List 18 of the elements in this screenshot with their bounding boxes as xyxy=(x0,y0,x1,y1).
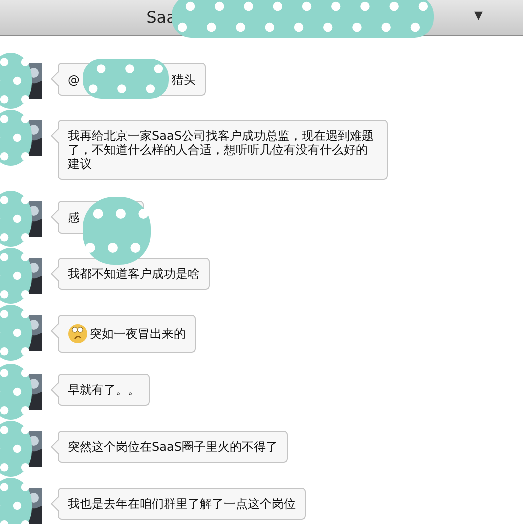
message-text: 我也是去年在咱们群里了解了一点这个岗位 xyxy=(68,497,296,511)
message-text: 突然这个岗位在SaaS圈子里火的不得了 xyxy=(68,440,278,454)
message-text: 感 xyxy=(68,210,80,224)
redaction-mark xyxy=(0,364,32,420)
emoticon-icon xyxy=(68,324,88,344)
redaction-mark xyxy=(0,110,32,166)
message-text: @ xyxy=(68,72,80,86)
redaction-mark xyxy=(0,421,32,477)
message-text: 猎头 xyxy=(172,72,196,86)
message-text: 我都不知道客户成功是啥 xyxy=(68,267,200,281)
redaction-mark xyxy=(0,53,32,109)
dropdown-arrow[interactable]: ▼ xyxy=(474,9,483,22)
message-text: 早就有了。。 xyxy=(68,383,140,397)
redaction-mark xyxy=(0,248,32,304)
message-text: 突如一夜冒出来的 xyxy=(90,327,186,341)
redaction-mark xyxy=(0,305,32,361)
message-text: 我再给北京一家SaaS公司找客户成功总监，现在遇到难题了，不知道什么样的人合适，想听听几位有没有什么好的建议 xyxy=(68,129,375,171)
redaction-mark xyxy=(0,191,32,247)
